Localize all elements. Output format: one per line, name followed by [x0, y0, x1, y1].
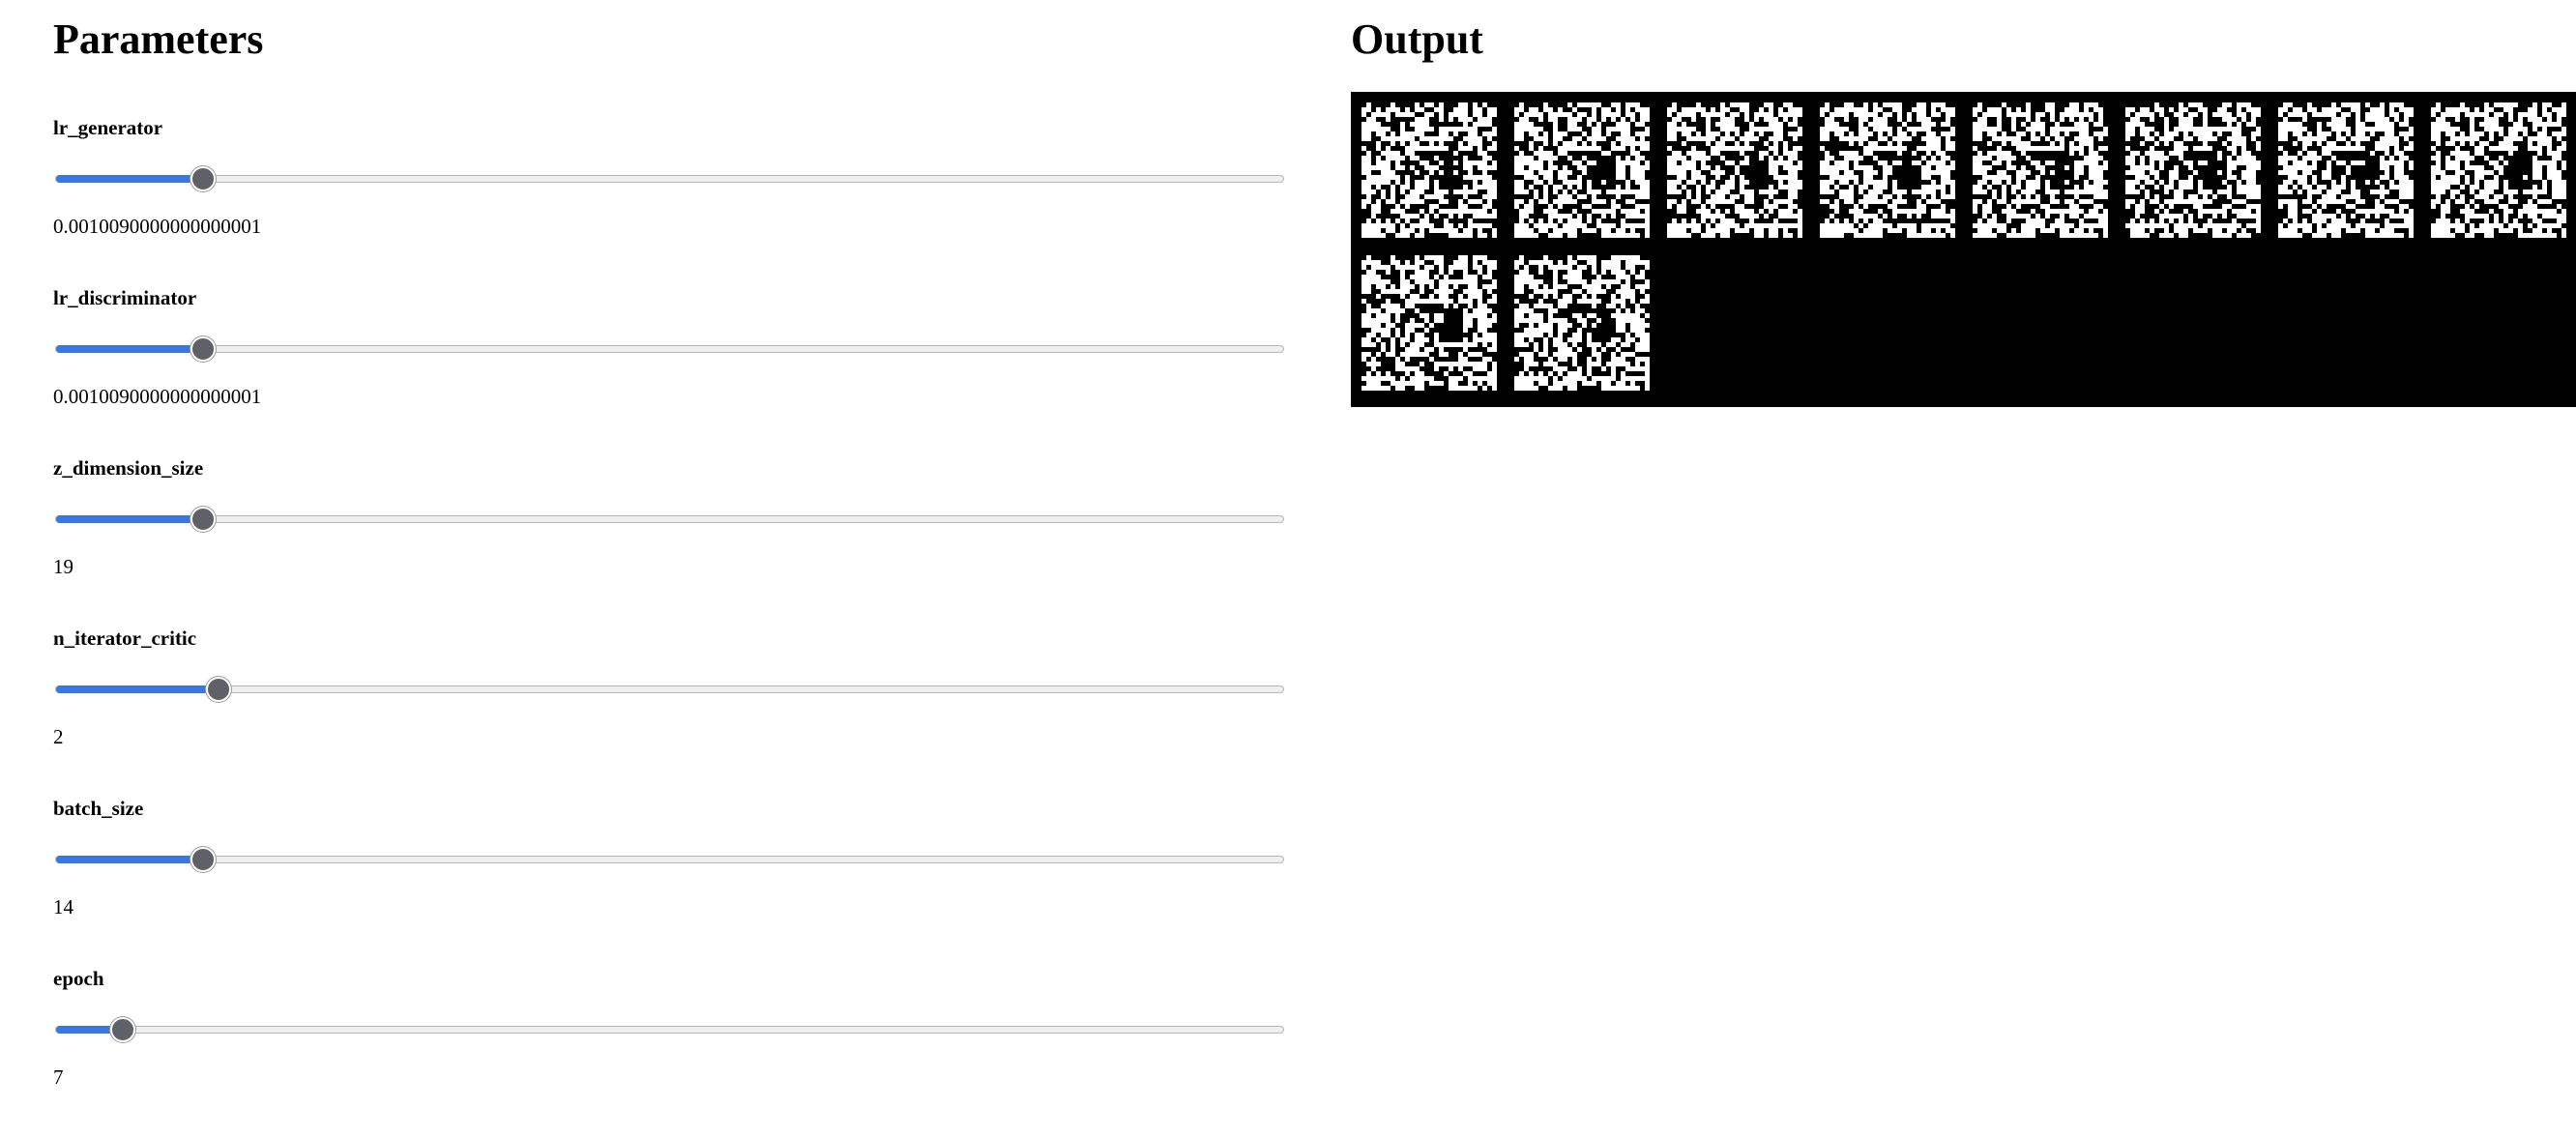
- slider-track: [55, 345, 1284, 353]
- param-epoch: epoch 7: [53, 967, 1286, 1137]
- lr-generator-value: 0.0010090000000000001: [53, 215, 262, 238]
- slider-thumb[interactable]: [206, 677, 232, 702]
- z-dimension-size-slider[interactable]: [53, 501, 1286, 539]
- epoch-value: 7: [53, 1065, 64, 1089]
- n-iterator-critic-label: n_iterator_critic: [53, 627, 197, 650]
- generated-sample-image: [2121, 98, 2266, 243]
- param-lr-discriminator: lr_discriminator 0.0010090000000000001: [53, 286, 1286, 456]
- epoch-slider[interactable]: [53, 1011, 1286, 1050]
- slider-fill: [56, 175, 204, 183]
- generated-sample-image: [1509, 250, 1654, 395]
- generated-sample-image: [2426, 98, 2571, 243]
- slider-fill: [56, 345, 204, 353]
- n-iterator-critic-slider[interactable]: [53, 671, 1286, 710]
- parameters-title: Parameters: [53, 15, 264, 63]
- generated-image-grid: [1351, 92, 2576, 407]
- slider-thumb[interactable]: [109, 1017, 135, 1042]
- generated-sample-image: [1662, 98, 1807, 243]
- lr-discriminator-label: lr_discriminator: [53, 286, 197, 309]
- slider-track: [55, 856, 1284, 863]
- slider-thumb[interactable]: [190, 507, 216, 532]
- param-z-dimension-size: z_dimension_size 19: [53, 456, 1286, 627]
- slider-thumb[interactable]: [190, 336, 216, 362]
- lr-generator-label: lr_generator: [53, 116, 163, 139]
- param-n-iterator-critic: n_iterator_critic 2: [53, 627, 1286, 797]
- generated-sample-image: [1968, 98, 2113, 243]
- lr-discriminator-value: 0.0010090000000000001: [53, 385, 262, 408]
- batch-size-slider[interactable]: [53, 841, 1286, 880]
- slider-track: [55, 685, 1284, 693]
- slider-fill: [56, 856, 204, 863]
- slider-track: [55, 515, 1284, 523]
- output-title: Output: [1351, 15, 1483, 63]
- generated-sample-image: [1815, 98, 1960, 243]
- batch-size-value: 14: [53, 895, 73, 918]
- param-lr-generator: lr_generator 0.0010090000000000001: [53, 116, 1286, 286]
- generated-sample-image: [1509, 98, 1654, 243]
- z-dimension-size-label: z_dimension_size: [53, 456, 204, 480]
- n-iterator-critic-value: 2: [53, 725, 64, 748]
- slider-track: [55, 175, 1284, 183]
- epoch-label: epoch: [53, 967, 104, 990]
- slider-fill: [56, 685, 220, 693]
- slider-thumb[interactable]: [190, 166, 216, 191]
- z-dimension-size-value: 19: [53, 555, 73, 578]
- slider-fill: [56, 515, 204, 523]
- slider-track: [55, 1026, 1284, 1034]
- param-batch-size: batch_size 14: [53, 797, 1286, 967]
- generated-sample-image: [1357, 250, 1502, 395]
- generated-sample-image: [1357, 98, 1502, 243]
- lr-generator-slider[interactable]: [53, 160, 1286, 199]
- batch-size-label: batch_size: [53, 797, 144, 820]
- slider-thumb[interactable]: [190, 847, 216, 872]
- generated-sample-image: [2273, 98, 2418, 243]
- lr-discriminator-slider[interactable]: [53, 331, 1286, 369]
